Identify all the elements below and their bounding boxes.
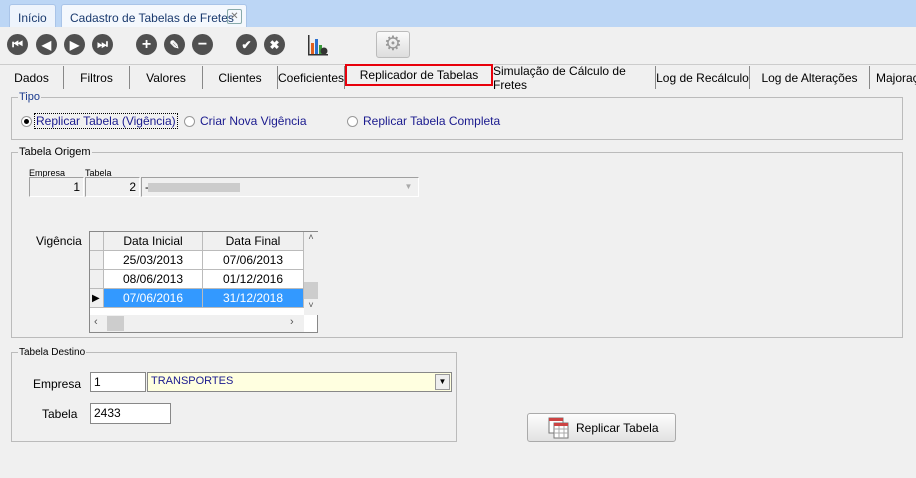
empresa-nome: TRANSPORTES <box>151 375 234 387</box>
tipo-legend: Tipo <box>19 91 40 103</box>
button-label: Replicar Tabela <box>576 420 659 435</box>
row-indicator <box>90 270 104 289</box>
destino-legend: Tabela Destino <box>19 347 86 358</box>
header-corner <box>90 232 104 251</box>
table-cell-selected[interactable]: 31/12/2018 <box>203 289 304 308</box>
origem-legend: Tabela Origem <box>19 146 91 158</box>
destino-empresa-select[interactable]: TRANSPORTES ▼ <box>147 372 452 392</box>
close-icon[interactable]: ✕ <box>227 9 242 24</box>
next-record-icon[interactable]: ▶ <box>64 34 85 55</box>
scroll-left-icon[interactable]: ‹ <box>94 316 98 328</box>
radio-label[interactable]: Criar Nova Vigência <box>200 114 307 128</box>
tabela-label: Tabela <box>42 407 78 421</box>
origem-empresa-field: 1 <box>29 177 84 197</box>
edit-icon[interactable]: ✎ <box>164 34 185 55</box>
table-cell-selected[interactable]: 07/06/2016 <box>104 289 203 308</box>
gear-icon: ⚙ <box>384 33 402 55</box>
table-cell[interactable]: 25/03/2013 <box>104 251 203 270</box>
radio-replicar-vigencia[interactable] <box>21 116 32 127</box>
scroll-thumb[interactable] <box>304 282 318 299</box>
origem-tabela-field: 2 <box>85 177 140 197</box>
horizontal-scrollbar[interactable]: ‹ › <box>90 315 304 332</box>
radio-criar-vigencia[interactable] <box>184 116 195 127</box>
chart-icon[interactable] <box>307 35 329 56</box>
settings-button[interactable]: ⚙ <box>376 31 410 58</box>
empresa-label: Empresa <box>33 377 82 391</box>
vigencia-label: Vigência <box>36 234 82 248</box>
origem-descricao-select: - ▼ <box>141 177 419 197</box>
radio-label[interactable]: Replicar Tabela Completa <box>363 114 500 128</box>
tab-cadastro[interactable]: Cadastro de Tabelas de Fretes ✕ <box>61 4 247 27</box>
scroll-down-icon[interactable]: ˅ <box>304 300 318 310</box>
current-row-icon: ▶ <box>90 289 104 308</box>
replicar-tabela-button[interactable]: Replicar Tabela <box>527 413 676 442</box>
tab-label: Cadastro de Tabelas de Fretes <box>70 11 234 25</box>
row-indicator <box>90 251 104 270</box>
tab-strip: Dados Filtros Valores Clientes Coeficien… <box>0 64 916 92</box>
tab-dados[interactable]: Dados <box>0 66 64 89</box>
cancel-icon[interactable]: ✖ <box>264 34 285 55</box>
top-tab-bar: Início Cadastro de Tabelas de Fretes ✕ <box>0 0 916 27</box>
tab-majoracao[interactable]: Majoração <box>870 66 916 89</box>
scroll-thumb[interactable] <box>107 316 124 331</box>
table-cell[interactable]: 01/12/2016 <box>203 270 304 289</box>
scroll-right-icon[interactable]: › <box>290 316 294 328</box>
first-record-icon[interactable]: ⏮ <box>7 34 28 55</box>
column-header[interactable]: Data Final <box>203 232 304 251</box>
tab-clientes[interactable]: Clientes <box>203 66 278 89</box>
confirm-icon[interactable]: ✔ <box>236 34 257 55</box>
tab-log-recalculo[interactable]: Log de Recálculo <box>656 66 750 89</box>
tab-log-alteracoes[interactable]: Log de Alterações <box>750 66 870 89</box>
previous-record-icon[interactable]: ◀ <box>36 34 57 55</box>
column-header[interactable]: Data Inicial <box>104 232 203 251</box>
tab-label: Início <box>18 11 47 25</box>
scroll-up-icon[interactable]: ˄ <box>304 232 318 242</box>
tab-coeficientes[interactable]: Coeficientes <box>278 66 345 89</box>
destino-tabela-input[interactable]: 2433 <box>90 403 171 424</box>
remove-icon[interactable]: − <box>192 34 213 55</box>
table-copy-icon <box>548 417 569 438</box>
tabela-destino-group: Tabela Destino <box>11 347 457 442</box>
tab-inicio[interactable]: Início <box>9 4 56 27</box>
tab-filtros[interactable]: Filtros <box>64 66 130 89</box>
radio-replicar-completa[interactable] <box>347 116 358 127</box>
tab-simulacao[interactable]: Simulação de Cálculo de Fretes <box>493 64 656 92</box>
chevron-down-icon[interactable]: ▼ <box>435 374 450 390</box>
destino-empresa-input[interactable]: 1 <box>90 372 146 392</box>
last-record-icon[interactable]: ⏭ <box>92 34 113 55</box>
vertical-scrollbar[interactable]: ˄ ˅ <box>304 232 318 315</box>
vigencia-grid[interactable]: Data Inicial Data Final 25/03/2013 07/06… <box>89 231 318 333</box>
tab-replicador[interactable]: Replicador de Tabelas <box>345 64 493 86</box>
table-cell[interactable]: 07/06/2013 <box>203 251 304 270</box>
radio-label[interactable]: Replicar Tabela (Vigência) <box>34 113 178 129</box>
add-icon[interactable]: + <box>136 34 157 55</box>
chevron-down-icon: ▼ <box>404 182 413 191</box>
table-cell[interactable]: 08/06/2013 <box>104 270 203 289</box>
tab-valores[interactable]: Valores <box>130 66 203 89</box>
